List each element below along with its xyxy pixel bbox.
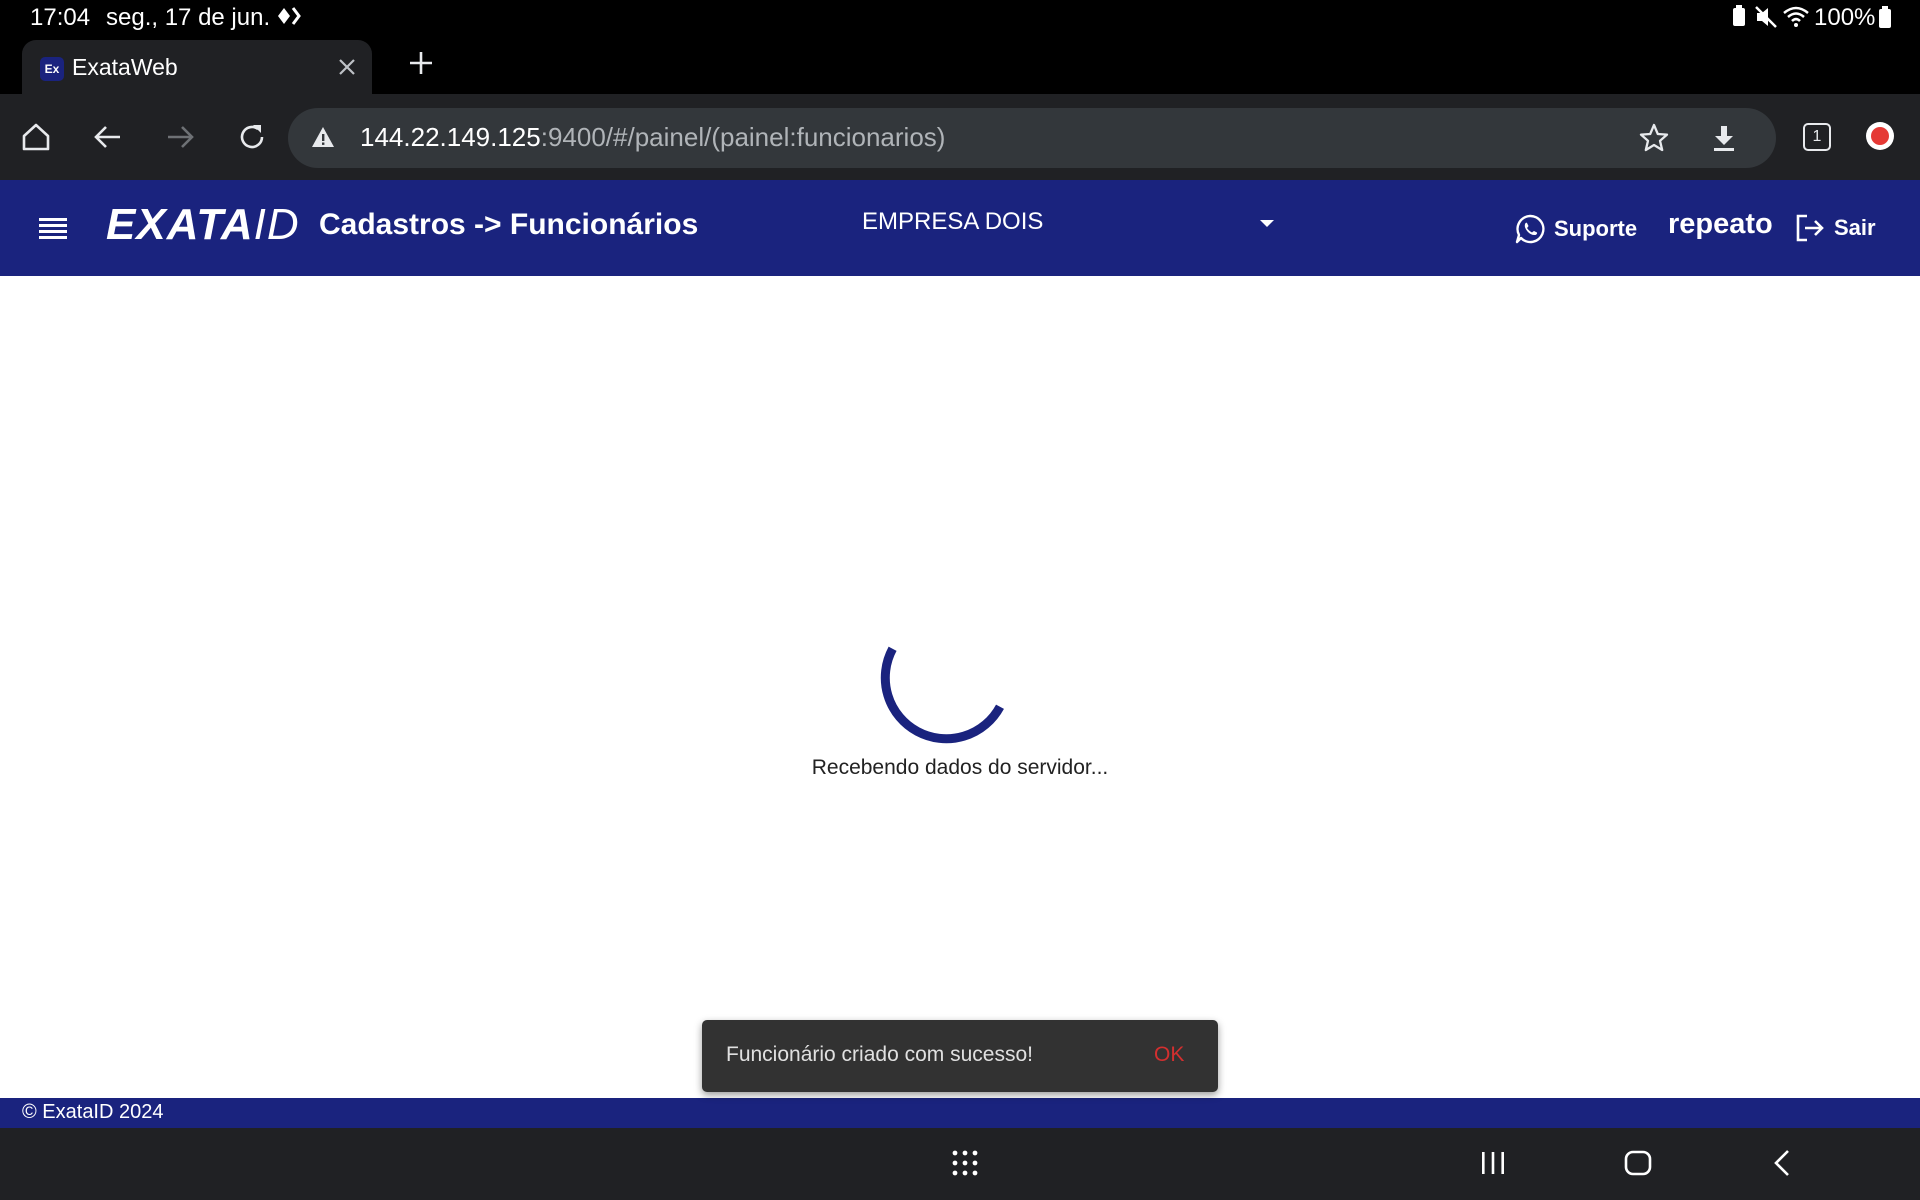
system-navigation-bar: [0, 1128, 1920, 1200]
not-secure-warning-icon[interactable]: [310, 124, 336, 155]
company-select-value: EMPRESA DOIS: [862, 208, 1044, 235]
browser-tab-strip: Ex ExataWeb: [0, 36, 1920, 98]
snackbar-message: Funcionário criado com sucesso!: [726, 1043, 1033, 1066]
battery-saver-icon: [1730, 4, 1748, 35]
wifi-icon: [1782, 4, 1810, 35]
tab-switcher-button[interactable]: 1: [1803, 123, 1831, 151]
app-header: EXATAID Cadastros -> Funcionários EMPRES…: [0, 180, 1920, 276]
home-icon[interactable]: [17, 118, 55, 156]
logout-icon: [1796, 214, 1824, 242]
forward-arrow-icon[interactable]: [161, 118, 199, 156]
exataid-logo: EXATAID: [106, 200, 300, 249]
status-time: 17:04: [30, 4, 91, 31]
battery-icon: [1878, 4, 1892, 35]
home-nav-icon[interactable]: [1622, 1148, 1654, 1183]
browser-tab[interactable]: Ex ExataWeb: [22, 40, 372, 98]
company-select[interactable]: EMPRESA DOIS: [862, 206, 1282, 246]
profile-update-icon[interactable]: [1866, 122, 1894, 150]
mute-icon: [1754, 4, 1778, 35]
app-footer: © ExataID 2024: [0, 1098, 1920, 1128]
copyright-text: © ExataID 2024: [22, 1101, 164, 1123]
loading-message: Recebendo dados do servidor...: [811, 756, 1109, 779]
exata-favicon-icon: Ex: [40, 57, 64, 81]
username: repeato: [1668, 208, 1773, 240]
logout-label: Sair: [1834, 215, 1876, 240]
hamburger-menu-icon[interactable]: [38, 214, 68, 245]
bookmark-star-icon[interactable]: [1638, 122, 1670, 159]
tab-title: ExataWeb: [72, 54, 178, 80]
close-tab-icon[interactable]: [336, 56, 358, 83]
snackbar-ok-button[interactable]: OK: [1154, 1043, 1184, 1067]
page-title: Cadastros -> Funcionários: [319, 208, 699, 241]
logout-button[interactable]: Sair: [1794, 212, 1876, 244]
back-nav-icon[interactable]: [1768, 1148, 1798, 1183]
app-drawer-icon[interactable]: [950, 1148, 980, 1183]
support-label: Suporte: [1554, 216, 1638, 241]
status-date: seg., 17 de jun.: [106, 4, 271, 31]
loading-spinner: [880, 646, 1004, 744]
url-text: 144.22.149.125:9400/#/painel/(painel:fun…: [360, 122, 946, 152]
success-snackbar: Funcionário criado com sucesso! OK: [702, 1020, 1218, 1092]
support-button[interactable]: Suporte: [1514, 212, 1637, 246]
battery-level: 100%: [1814, 4, 1876, 31]
system-status-bar: 17:04 seg., 17 de jun. 100%: [0, 0, 1920, 36]
download-icon[interactable]: [1708, 122, 1740, 159]
recent-apps-icon[interactable]: [1478, 1148, 1508, 1183]
reload-icon[interactable]: [233, 118, 271, 156]
back-arrow-icon[interactable]: [89, 118, 127, 156]
address-bar[interactable]: 144.22.149.125:9400/#/painel/(painel:fun…: [288, 108, 1776, 168]
chevron-down-icon: [1260, 220, 1274, 227]
dex-icon: [276, 4, 304, 33]
whatsapp-icon: [1515, 214, 1545, 244]
browser-toolbar: 144.22.149.125:9400/#/painel/(painel:fun…: [0, 94, 1920, 180]
new-tab-icon[interactable]: [408, 50, 434, 81]
